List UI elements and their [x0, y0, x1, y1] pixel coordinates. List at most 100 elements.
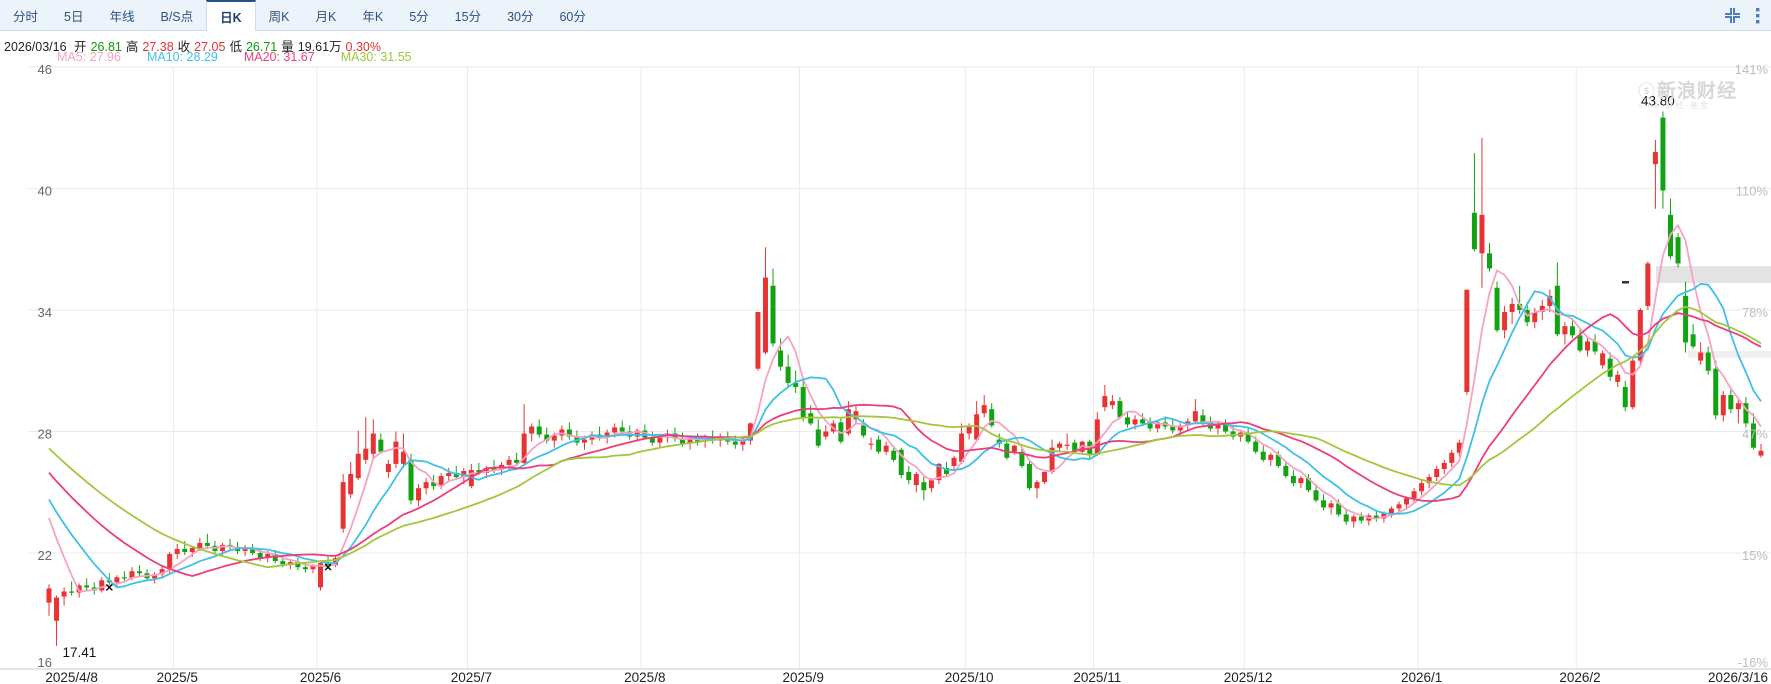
ma5-line	[49, 225, 1761, 591]
candle-191	[1487, 253, 1492, 268]
candle-178	[1389, 508, 1394, 513]
candle-42	[363, 449, 368, 460]
candle-221	[1713, 369, 1718, 416]
candle-94	[755, 312, 760, 369]
candle-0	[47, 588, 52, 602]
candle-76	[620, 427, 625, 431]
ma-lines	[49, 225, 1761, 591]
candle-216	[1676, 237, 1681, 263]
candle-17	[175, 549, 180, 554]
candle-180	[1404, 498, 1409, 504]
candle-206	[1600, 353, 1605, 365]
candle-16	[167, 554, 172, 569]
candle-134	[1057, 444, 1062, 448]
candle-166	[1298, 478, 1303, 483]
candle-31	[280, 561, 285, 564]
candle-36	[318, 563, 323, 587]
candle-34	[303, 567, 308, 569]
candle-144	[1133, 419, 1138, 424]
candle-19	[190, 548, 195, 552]
candle-121	[959, 434, 964, 462]
candle-203	[1577, 335, 1582, 350]
candle-161	[1261, 452, 1266, 460]
candle-114	[906, 472, 911, 480]
candle-71	[582, 440, 587, 443]
candle-40	[348, 474, 353, 494]
candle-217	[1683, 296, 1688, 343]
candle-12	[137, 571, 142, 573]
candle-103	[823, 432, 828, 437]
candle-193	[1502, 312, 1507, 330]
y-tick-label: 40	[38, 184, 52, 199]
y-tick-label: 46	[38, 62, 52, 77]
sina-logo-icon: ⓢ	[1638, 82, 1655, 101]
candle-111	[884, 446, 889, 452]
candle-186	[1449, 453, 1454, 463]
x-tick-label: 2025/7	[451, 670, 492, 684]
candle-98	[786, 367, 791, 383]
candle-213	[1653, 152, 1658, 164]
candle-188	[1464, 290, 1469, 392]
candle-146	[1148, 423, 1153, 428]
candle-115	[914, 474, 919, 485]
candle-222	[1721, 395, 1726, 415]
candle-61	[507, 460, 512, 465]
ma30-line	[49, 307, 1761, 567]
candle-100	[801, 387, 806, 417]
candle-131	[1034, 482, 1039, 488]
candle-190	[1479, 215, 1484, 253]
ma20-line	[49, 313, 1761, 576]
candle-7	[99, 580, 104, 590]
candle-212	[1645, 263, 1650, 306]
candle-172	[1344, 515, 1349, 522]
candle-169	[1321, 500, 1326, 507]
x-tick-label: 2025/11	[1073, 670, 1121, 684]
sina-watermark: ⓢ新浪财经 sina·财经·基金	[1638, 82, 1737, 110]
candle-208	[1615, 375, 1620, 382]
candle-214	[1660, 118, 1665, 191]
candle-162	[1268, 455, 1273, 460]
candle-179	[1396, 504, 1401, 508]
candle-145	[1140, 419, 1145, 423]
candle-165	[1291, 476, 1296, 483]
candle-81	[657, 438, 662, 443]
y-tick-label: 28	[38, 427, 52, 442]
candlestick-chart[interactable]: 46141%40110%3478%2847%2215%16-16%2025/4/…	[0, 0, 1771, 684]
candle-130	[1027, 464, 1032, 488]
candle-224	[1736, 403, 1741, 409]
candle-201	[1562, 326, 1567, 334]
candle-108	[861, 425, 866, 435]
candle-164	[1283, 466, 1288, 476]
dash-marker	[1622, 281, 1629, 284]
y-right-label: 78%	[1742, 305, 1768, 320]
candle-44	[378, 440, 383, 452]
candle-135	[1065, 445, 1070, 446]
candle-10	[122, 577, 127, 578]
candle-102	[816, 429, 821, 445]
candle-143	[1125, 417, 1130, 424]
candle-210	[1630, 361, 1635, 408]
candle-47	[401, 452, 406, 464]
candle-116	[921, 482, 926, 490]
candle-160	[1253, 442, 1258, 452]
candle-49	[416, 488, 421, 500]
candle-128	[1012, 446, 1017, 452]
candle-3	[69, 591, 74, 592]
candle-173	[1351, 517, 1356, 522]
x-tick-label: 2026/2	[1559, 670, 1600, 684]
candle-91	[733, 442, 738, 445]
y-right-label: 110%	[1736, 184, 1769, 199]
candle-95	[763, 278, 768, 353]
candle-9	[114, 577, 119, 582]
candle-45	[386, 464, 391, 472]
candle-194	[1510, 304, 1515, 312]
candle-48	[409, 460, 414, 501]
candle-110	[876, 440, 881, 452]
candle-223	[1728, 395, 1733, 409]
x-tick-label: 2025/8	[624, 670, 665, 684]
candle-139	[1095, 419, 1100, 454]
candle-96	[771, 286, 776, 344]
candle-97	[778, 351, 783, 367]
candle-64	[529, 426, 534, 433]
candle-209	[1623, 387, 1628, 407]
